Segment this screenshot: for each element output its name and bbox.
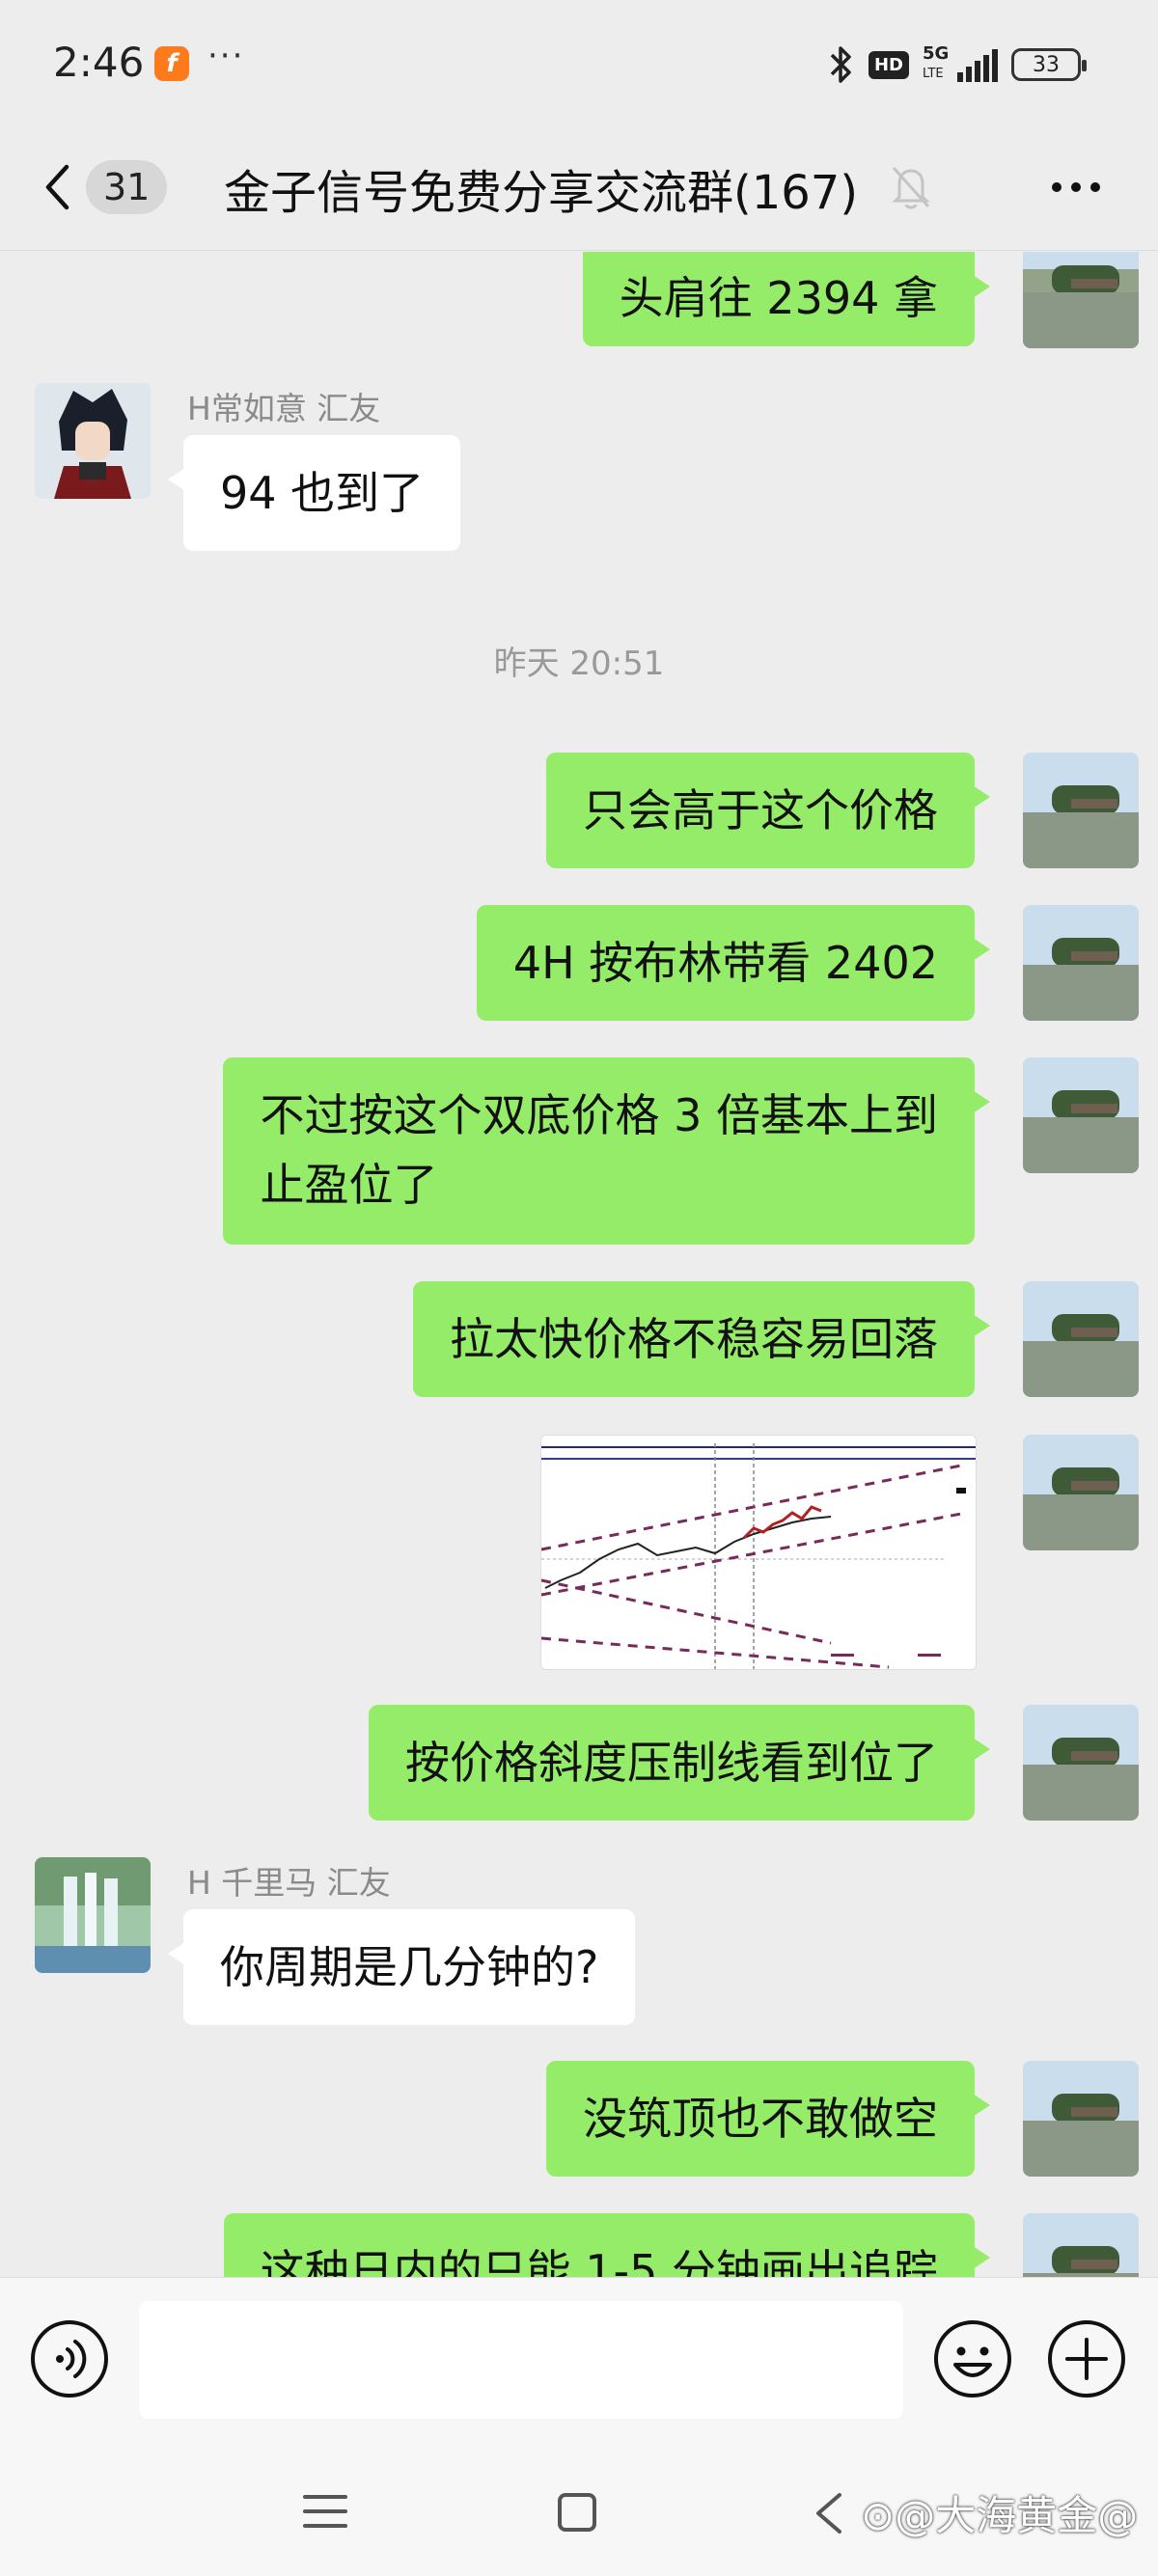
mute-bell-icon xyxy=(892,166,930,209)
voice-input-button[interactable] xyxy=(29,2318,110,2399)
system-navigation-bar: ⊙@大海黄金@ xyxy=(0,2441,1158,2576)
sender-name: H 千里马 汇友 xyxy=(187,1864,391,1902)
message-line: 不过按这个双底价格 3 倍基本上到 xyxy=(260,1089,938,1141)
message-bubble[interactable]: 你周期是几分钟的? xyxy=(167,1909,636,2025)
status-time: 2:46 xyxy=(53,39,145,86)
avatar[interactable] xyxy=(1023,2213,1139,2277)
chart-thumbnail xyxy=(541,1436,976,1669)
network-type-label: 5G xyxy=(923,43,950,64)
avatar[interactable] xyxy=(1023,1057,1139,1173)
avatar[interactable] xyxy=(1023,1435,1139,1550)
system-back-button[interactable] xyxy=(811,2489,845,2537)
message-list[interactable]: 头肩往 2394 拿 H常如意 汇友 94 也到了 昨天 20:51 只会高于这… xyxy=(0,252,1158,2277)
add-attachment-button[interactable] xyxy=(1046,2318,1127,2399)
sender-name: H常如意 汇友 xyxy=(187,390,381,427)
emoji-button[interactable] xyxy=(932,2318,1013,2399)
message-bubble[interactable]: 拉太快价格不稳容易回落 xyxy=(413,1281,990,1397)
lte-label: LTE xyxy=(923,67,944,81)
message-bubble[interactable]: 没筑顶也不敢做空 xyxy=(546,2061,990,2177)
message-bubble[interactable]: 只会高于这个价格 xyxy=(546,753,990,868)
app-notification-icon: f xyxy=(154,46,189,81)
message-bubble[interactable]: 这种日内的只能 1-5 分钟画出追踪 xyxy=(223,2213,991,2277)
watermark: ⊙@大海黄金@ xyxy=(861,2492,1139,2539)
unread-count-badge: 31 xyxy=(86,160,168,214)
bluetooth-icon xyxy=(830,46,851,83)
hd-voice-icon: HD xyxy=(868,50,909,79)
battery-icon: 33 xyxy=(1011,48,1087,81)
timestamp: 昨天 20:51 xyxy=(493,644,665,683)
status-icons: HD 5G LTE 33 xyxy=(826,43,1087,86)
battery-level: 33 xyxy=(1033,52,1060,77)
chevron-left-icon xyxy=(45,164,69,210)
message-bubble[interactable]: 头肩往 2394 拿 xyxy=(582,252,991,346)
avatar[interactable] xyxy=(1023,252,1139,348)
chat-title: 金子信号免费分享交流群(167) xyxy=(224,166,859,220)
home-button[interactable] xyxy=(554,2489,600,2535)
chart-image-message[interactable] xyxy=(540,1435,977,1670)
message-bubble[interactable]: 94 也到了 xyxy=(167,435,461,551)
more-notifications-icon: ··· xyxy=(207,37,245,75)
message-bubble[interactable]: 4H 按布林带看 2402 xyxy=(476,905,991,1021)
back-button[interactable]: 31 xyxy=(43,152,169,222)
more-options-button[interactable] xyxy=(1047,168,1105,206)
message-input[interactable] xyxy=(139,2301,903,2419)
message-bubble[interactable]: 按价格斜度压制线看到位了 xyxy=(369,1705,990,1821)
signal-icon: 5G LTE xyxy=(923,43,998,82)
avatar[interactable] xyxy=(35,383,151,499)
avatar[interactable] xyxy=(1023,753,1139,868)
recent-apps-button[interactable] xyxy=(301,2489,349,2534)
avatar[interactable] xyxy=(1023,1705,1139,1821)
avatar[interactable] xyxy=(1023,1281,1139,1397)
status-bar: 2:46 f ··· HD 5G LTE 33 xyxy=(0,0,1158,125)
avatar[interactable] xyxy=(1023,905,1139,1021)
avatar[interactable] xyxy=(35,1857,151,1973)
message-line: 止盈位了 xyxy=(260,1159,438,1211)
chat-input-bar xyxy=(0,2277,1158,2441)
avatar[interactable] xyxy=(1023,2061,1139,2177)
chat-header: 31 金子信号免费分享交流群(167) xyxy=(0,125,1158,251)
message-bubble[interactable]: 不过按这个双底价格 3 倍基本上到 止盈位了 xyxy=(223,1057,990,1245)
